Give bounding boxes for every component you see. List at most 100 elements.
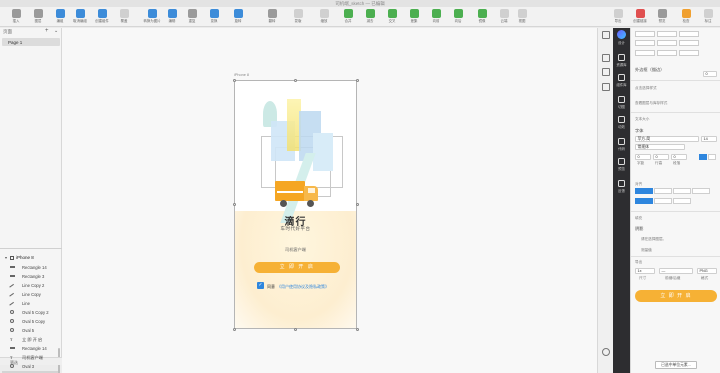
toolbar-symbol-button[interactable]: 创建组件 (90, 8, 114, 26)
sidebar-tab-components[interactable]: 组件库 (613, 74, 630, 87)
toolbar-annotate-button[interactable]: 标注 (696, 8, 720, 26)
toolbar-layers-button[interactable]: 图层 (26, 8, 50, 26)
layer-row[interactable]: Rectangle 14 (2, 344, 58, 353)
resize-handle[interactable] (355, 78, 359, 82)
pages-menu-icon[interactable]: ⌄ (54, 28, 58, 34)
toolbar-repeat-button[interactable]: 重复 (180, 8, 204, 26)
valign-middle-button[interactable] (654, 198, 672, 204)
toolbar-intersect-button[interactable]: 交叉 (380, 8, 404, 26)
layer-row[interactable]: Rectangle 3 (2, 272, 58, 281)
size-field[interactable] (679, 50, 699, 56)
text-fixed-button[interactable] (708, 154, 716, 160)
resize-handle[interactable] (294, 327, 297, 331)
distribute-button[interactable] (679, 40, 699, 46)
resize-handle[interactable] (232, 203, 236, 206)
list-icon[interactable] (602, 68, 610, 76)
align-center-button[interactable] (657, 31, 677, 37)
disclosure-icon[interactable]: ▾ (5, 255, 7, 260)
toolbar-view-button[interactable]: 视图 (510, 8, 534, 26)
toolbar-ungroup-button[interactable]: 取消编组 (68, 8, 92, 26)
toolbar-mask-button[interactable]: 蒙版 (286, 8, 310, 26)
toolbar-transform-button[interactable]: 变换 (202, 8, 226, 26)
layer-row[interactable]: Line (2, 299, 58, 309)
toolbar-link-button[interactable]: 创建链接 (628, 8, 652, 26)
align-left-button[interactable] (635, 31, 655, 37)
line-height-field[interactable]: 0 (653, 154, 669, 160)
resize-handle[interactable] (355, 327, 359, 331)
toolbar-preview-button[interactable]: 预览 (650, 8, 674, 26)
resize-handle[interactable] (232, 78, 236, 82)
distribute-button[interactable] (657, 40, 677, 46)
toolbar-inspect-button[interactable]: 检查 (674, 8, 698, 26)
sidebar-tab-library[interactable]: 资源库 (613, 54, 630, 67)
toolbar-flip-button[interactable]: 翻转 (260, 8, 284, 26)
layer-row[interactable]: Line Copy 2 (2, 281, 58, 291)
agree-checkbox[interactable]: ✓ (257, 282, 264, 289)
sidebar-tab-feedback[interactable]: 反馈 (613, 180, 630, 193)
layer-row[interactable]: T 司机客户端 (2, 353, 58, 362)
toolbar-forward-button[interactable]: 向前 (424, 8, 448, 26)
align-right-button[interactable] (679, 31, 699, 37)
text-align-center-button[interactable] (654, 188, 672, 194)
selection-button[interactable]: 已选中单位元素... (655, 361, 697, 369)
resize-handle[interactable] (294, 78, 297, 82)
text-align-justify-button[interactable] (692, 188, 710, 194)
toolbar-plus-button[interactable]: 插入 (4, 8, 28, 26)
toolbar-override-button[interactable]: 覆盖 (112, 8, 136, 26)
resize-handle[interactable] (232, 327, 236, 331)
distribute-button[interactable] (635, 40, 655, 46)
export-suffix-field[interactable]: — (659, 268, 693, 274)
add-page-icon[interactable]: + (45, 28, 49, 34)
sidebar-tab-code[interactable]: 代码 (613, 138, 630, 151)
size-field[interactable] (635, 50, 655, 56)
sidebar-tab-slice[interactable]: 切图 (613, 96, 630, 109)
toolbar-rotate-button[interactable]: 旋转 (226, 8, 250, 26)
sidebar-tab-motion[interactable]: 动效 (613, 116, 630, 129)
stroke-value-field[interactable]: 0 (703, 71, 717, 77)
font-weight-select[interactable]: 常规体 (635, 144, 685, 150)
artboard-layer[interactable]: ▾ iPhone 8 (2, 254, 60, 261)
export-format-select[interactable]: PNG (697, 268, 717, 274)
agreement-link[interactable]: 《用户使用协议及隐私政策》 (277, 284, 329, 290)
layer-row[interactable]: Oval 5 Copy 2 (2, 308, 58, 317)
paragraph-field[interactable]: 0 (671, 154, 687, 160)
toolbar-union-button[interactable]: 合并 (336, 8, 360, 26)
toolbar-backward-button[interactable]: 向后 (446, 8, 470, 26)
layer-row[interactable]: Line Copy (2, 290, 58, 300)
artboard-label[interactable]: iPhone 8 (234, 73, 249, 77)
layer-row[interactable]: Rectangle 14 (2, 263, 58, 272)
page-item[interactable]: Page 1 (2, 38, 60, 46)
sidebar-tab-preview-eye[interactable]: 预览 (613, 158, 630, 171)
style-picker[interactable]: 点击选择样式 (635, 86, 657, 90)
export-scale-field[interactable]: 1x (635, 268, 655, 274)
sidebar-tab-logo[interactable]: 设计 (613, 30, 630, 45)
toolbar-scale-button[interactable]: 缩放 (312, 8, 336, 26)
layer-row[interactable]: Oval 5 (2, 326, 58, 335)
toolbar-export-button[interactable]: 导出 (606, 8, 630, 26)
size-field[interactable] (657, 50, 677, 56)
toolbar-mirror-button[interactable]: 镜像 (470, 8, 494, 26)
valign-top-button[interactable] (635, 198, 653, 204)
letter-spacing-field[interactable]: 0 (635, 154, 651, 160)
panel-icon[interactable] (602, 83, 610, 91)
toolbar-subtract-button[interactable]: 减去 (358, 8, 382, 26)
artboard-iphone8[interactable]: 滴行 车时代好平台 司机客户端 立 即 开 启 ✓ 同意 《用户使用协议及隐私政… (234, 80, 357, 329)
text-auto-button[interactable] (699, 154, 707, 160)
canvas[interactable]: iPhone 8 滴行 车时代好平台 司机客户端 立 即 开 启 ✓ 同意 《用… (62, 28, 597, 373)
toolbar-difference-button[interactable]: 差集 (402, 8, 426, 26)
help-icon[interactable] (602, 348, 610, 356)
resize-handle[interactable] (355, 203, 359, 206)
gear-icon[interactable] (602, 31, 610, 39)
repeat-icon (187, 9, 197, 18)
layer-row[interactable]: Oval 5 Copy (2, 317, 58, 326)
font-family-select[interactable]: 苹方-简 (635, 136, 699, 142)
layer-row[interactable]: Oval 3 (2, 362, 58, 371)
font-size-field[interactable]: 14 (701, 136, 717, 142)
valign-bottom-button[interactable] (673, 198, 691, 204)
layer-row[interactable]: T立 即 开 启 (2, 335, 58, 344)
grid-icon[interactable] (602, 54, 610, 62)
text-align-right-button[interactable] (673, 188, 691, 194)
sync-styles-link[interactable]: 查看图层与库存样式 (635, 101, 667, 105)
start-button[interactable]: 立 即 开 启 (254, 262, 340, 273)
text-align-left-button[interactable] (635, 188, 653, 194)
